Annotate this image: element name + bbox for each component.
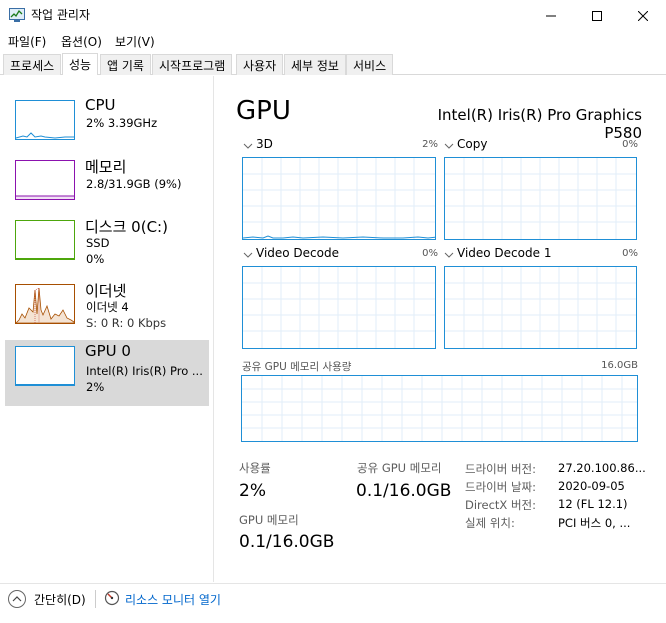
tab-strip: 프로세스 성능 앱 기록 시작프로그램 사용자 세부 정보 서비스 xyxy=(0,53,666,75)
physical-location-value: PCI 버스 0, ... xyxy=(558,516,631,530)
graph-pct-3d: 2% xyxy=(422,139,438,150)
sidebar-item-detail: 2.8/31.9GB (9%) xyxy=(86,177,182,191)
gpu-memory-value: 0.1/16.0GB xyxy=(239,532,335,552)
graph-label-copy[interactable]: Copy xyxy=(457,137,487,151)
physical-location-label: 실제 위치: xyxy=(465,516,515,530)
graph-3d xyxy=(242,157,436,240)
driver-date-label: 드라이버 날짜: xyxy=(465,480,537,494)
graph-pct-copy: 0% xyxy=(622,139,638,150)
usage-label: 사용률 xyxy=(239,461,271,475)
shared-memory-graph xyxy=(241,375,638,442)
sidebar-item-detail: 2% xyxy=(86,380,105,394)
open-resource-monitor-link[interactable]: 리소스 모니터 열기 xyxy=(125,591,221,608)
menu-file[interactable]: 파일(F) xyxy=(8,33,46,50)
gpu-thumbnail-graph xyxy=(15,346,75,386)
tab-startup[interactable]: 시작프로그램 xyxy=(152,54,233,75)
sidebar-item-detail: Intel(R) Iris(R) Pro ... xyxy=(86,364,203,378)
sidebar-item-detail: S: 0 R: 0 Kbps xyxy=(86,316,167,330)
collapse-label[interactable]: 간단히(D) xyxy=(34,591,86,608)
window-title: 작업 관리자 xyxy=(31,8,91,22)
close-button[interactable] xyxy=(620,0,666,31)
tab-users[interactable]: 사용자 xyxy=(236,54,284,75)
menu-options[interactable]: 옵션(O) xyxy=(61,33,102,50)
graph-label-video-decode[interactable]: Video Decode xyxy=(256,246,339,260)
resource-monitor-icon[interactable] xyxy=(104,590,120,606)
task-manager-icon xyxy=(9,8,25,22)
maximize-icon xyxy=(592,10,602,21)
sidebar-item-detail: SSD xyxy=(86,236,110,250)
menu-bar: 파일(F) 옵션(O) 보기(V) xyxy=(0,31,666,51)
graph-copy xyxy=(444,157,637,240)
tab-app-history[interactable]: 앱 기록 xyxy=(100,54,151,75)
driver-version-value: 27.20.100.86... xyxy=(558,461,646,475)
disk-thumbnail-graph xyxy=(15,220,75,260)
graph-pct-video-decode-1: 0% xyxy=(622,248,638,259)
footer-divider xyxy=(95,590,96,608)
footer-bar: 간단히(D) 리소스 모니터 열기 xyxy=(0,583,666,623)
sidebar-item-label: 이더넷 xyxy=(85,282,127,300)
menu-view[interactable]: 보기(V) xyxy=(115,33,155,50)
sidebar-item-detail: 2% 3.39GHz xyxy=(86,116,158,130)
sidebar-item-label: GPU 0 xyxy=(85,342,131,360)
sidebar-item-ethernet[interactable]: 이더넷 이더넷 4 S: 0 R: 0 Kbps xyxy=(5,278,209,344)
shared-memory-label: 공유 GPU 메모리 xyxy=(357,461,442,475)
resource-sidebar: CPU 2% 3.39GHz 메모리 2.8/31.9GB (9%) 디스크 0… xyxy=(0,76,214,582)
gpu-memory-label: GPU 메모리 xyxy=(239,513,299,527)
directx-version-value: 12 (FL 12.1) xyxy=(558,497,628,511)
cpu-thumbnail-graph xyxy=(15,100,75,140)
graph-label-3d[interactable]: 3D xyxy=(256,137,273,151)
sidebar-item-label: 메모리 xyxy=(85,158,127,176)
tab-performance[interactable]: 성능 xyxy=(62,53,99,75)
chevron-up-icon xyxy=(12,596,22,602)
chevron-down-icon[interactable] xyxy=(243,250,253,260)
shared-memory-graph-max: 16.0GB xyxy=(601,360,638,371)
chevron-down-icon[interactable] xyxy=(444,141,454,151)
tab-details[interactable]: 세부 정보 xyxy=(284,54,346,75)
ethernet-thumbnail-graph xyxy=(15,284,75,324)
chevron-down-icon[interactable] xyxy=(444,250,454,260)
close-icon xyxy=(638,10,648,21)
graph-pct-video-decode: 0% xyxy=(422,248,438,259)
graph-video-decode-1 xyxy=(444,266,637,349)
title-bar: 작업 관리자 xyxy=(0,0,666,31)
sidebar-item-gpu[interactable]: GPU 0 Intel(R) Iris(R) Pro ... 2% xyxy=(5,340,209,406)
graph-label-video-decode-1[interactable]: Video Decode 1 xyxy=(457,246,551,260)
minimize-button[interactable] xyxy=(528,0,574,31)
sidebar-item-detail: 0% xyxy=(86,252,105,266)
usage-value: 2% xyxy=(239,481,266,501)
sidebar-item-label: 디스크 0(C:) xyxy=(85,218,168,236)
sidebar-item-disk[interactable]: 디스크 0(C:) SSD 0% xyxy=(5,214,209,280)
directx-version-label: DirectX 버전: xyxy=(465,498,537,512)
chevron-down-icon[interactable] xyxy=(243,141,253,151)
driver-date-value: 2020-09-05 xyxy=(558,479,625,493)
memory-thumbnail-graph xyxy=(15,160,75,200)
sidebar-item-label: CPU xyxy=(85,96,116,114)
sidebar-item-detail: 이더넷 4 xyxy=(86,300,129,314)
page-title: GPU xyxy=(236,96,291,126)
gpu-model-name: Intel(R) Iris(R) Pro Graphics P580 xyxy=(437,106,642,142)
shared-memory-value: 0.1/16.0GB xyxy=(356,481,452,501)
sidebar-item-cpu[interactable]: CPU 2% 3.39GHz xyxy=(5,94,209,160)
graph-video-decode xyxy=(242,266,436,349)
driver-version-label: 드라이버 버전: xyxy=(465,462,537,476)
tab-services[interactable]: 서비스 xyxy=(346,54,394,75)
minimize-icon xyxy=(546,15,556,16)
collapse-button[interactable] xyxy=(8,590,26,608)
tab-processes[interactable]: 프로세스 xyxy=(3,54,62,75)
maximize-button[interactable] xyxy=(574,0,620,31)
shared-memory-graph-label: 공유 GPU 메모리 사용량 xyxy=(242,361,352,373)
sidebar-item-memory[interactable]: 메모리 2.8/31.9GB (9%) xyxy=(5,154,209,220)
